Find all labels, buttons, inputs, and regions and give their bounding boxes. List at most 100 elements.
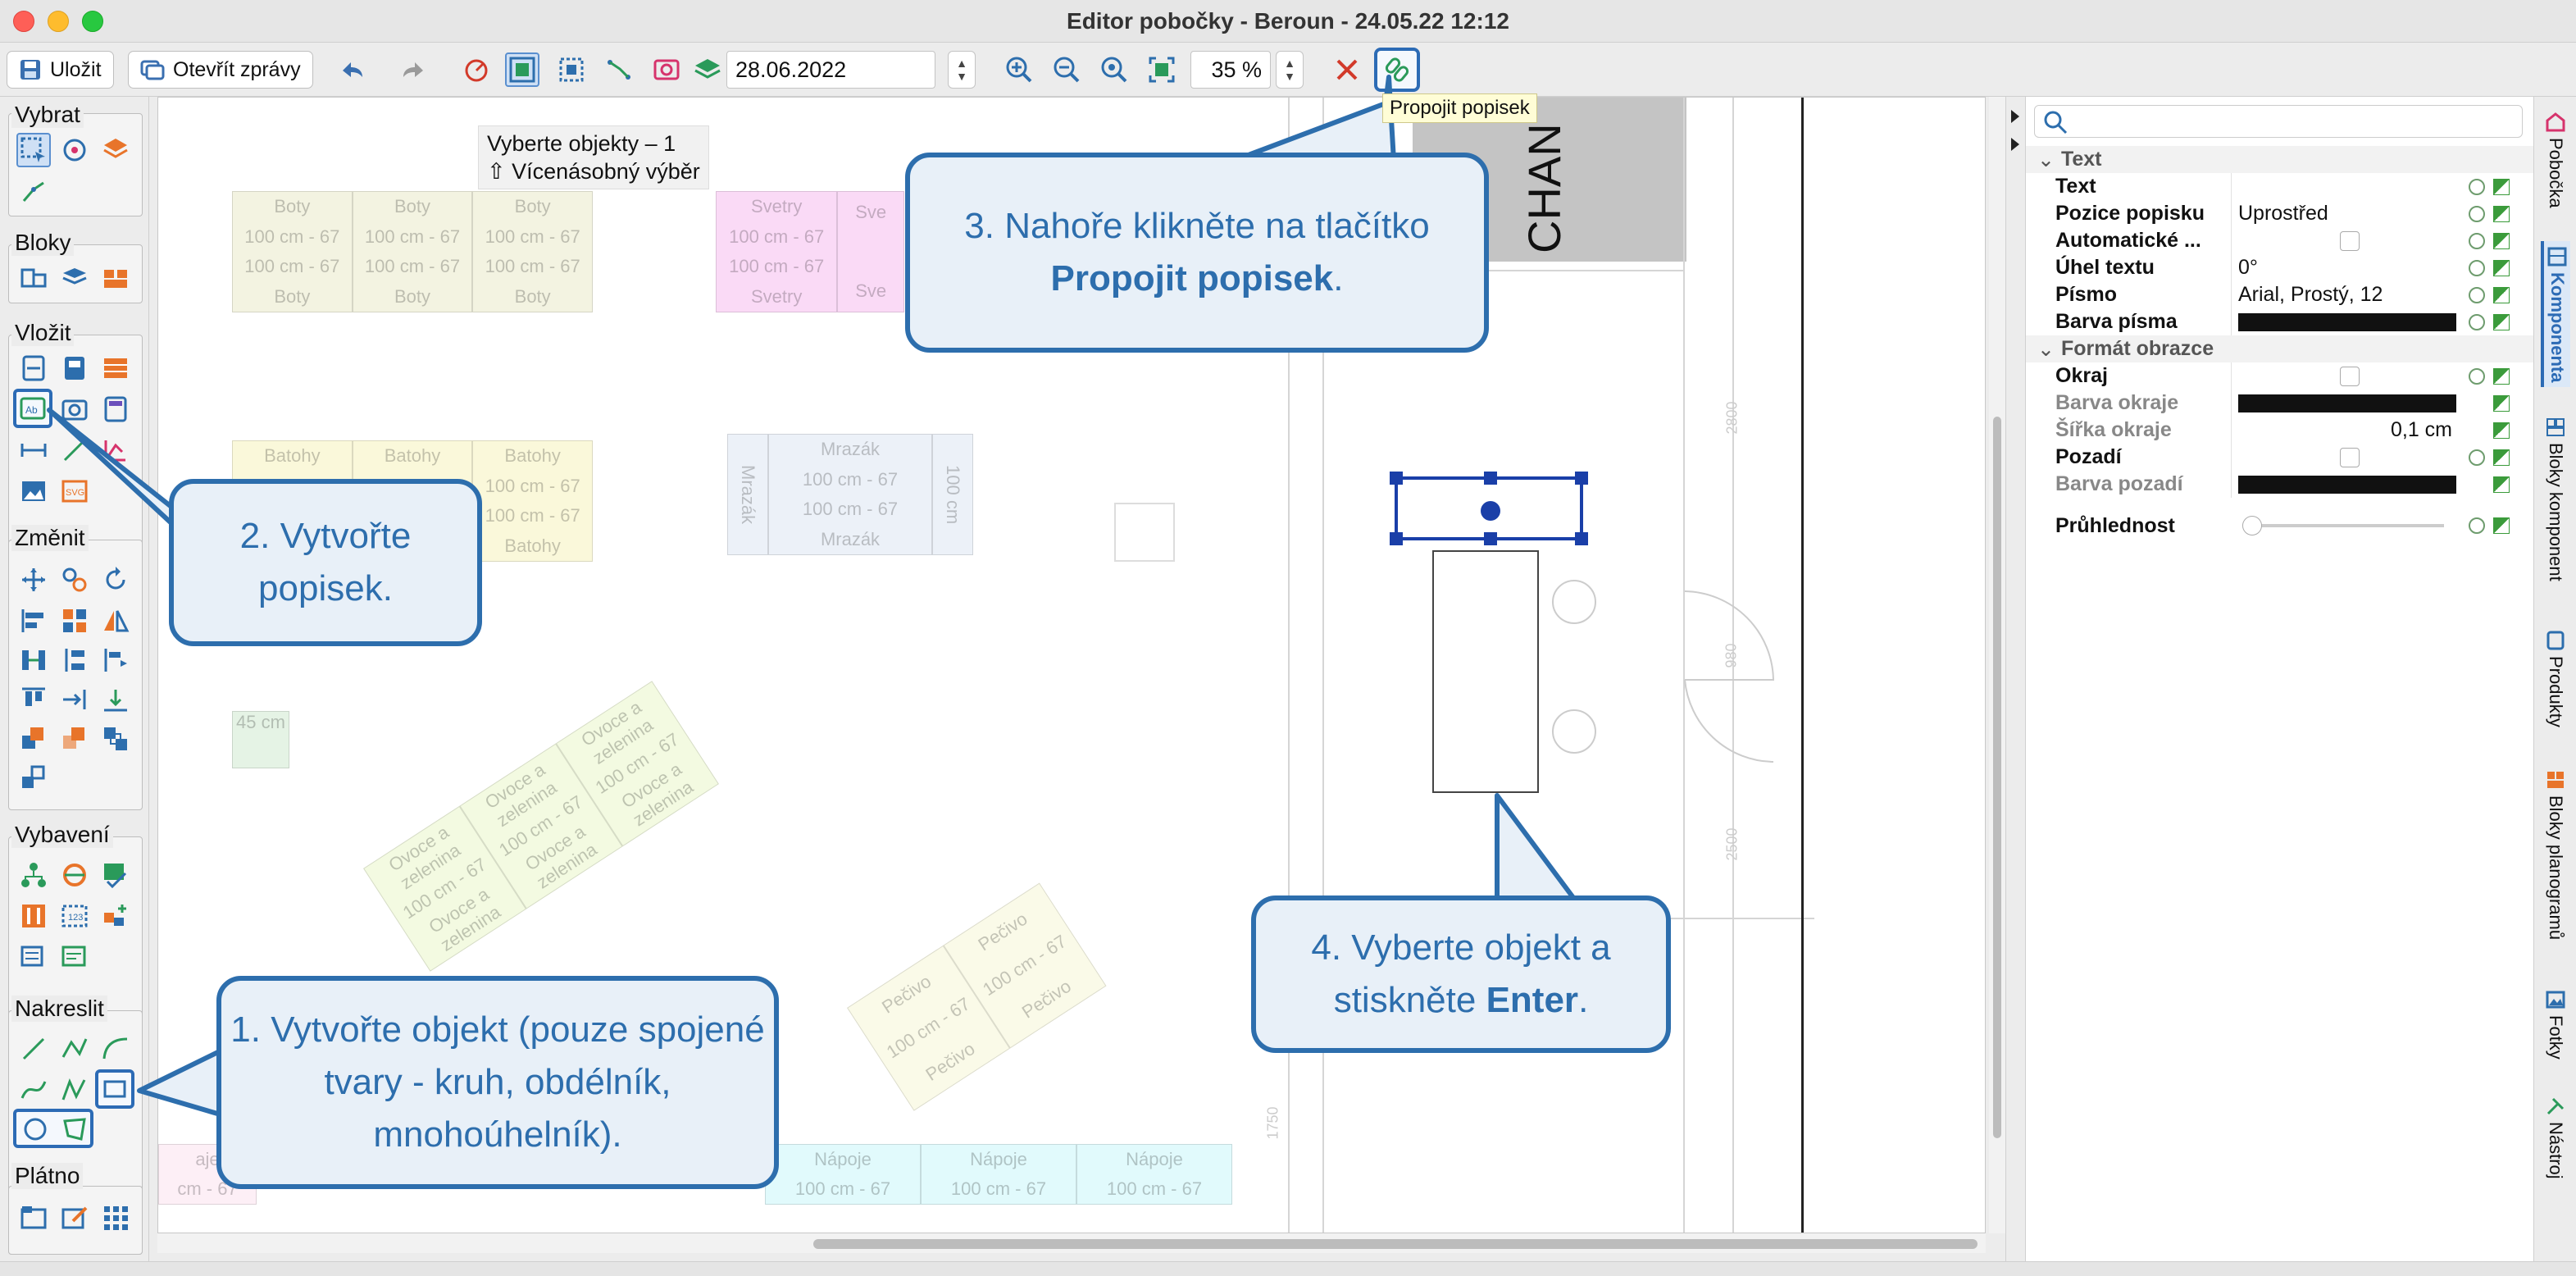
reset-icon[interactable] xyxy=(2469,259,2485,276)
delete-icon[interactable] xyxy=(1330,52,1364,87)
prop-row-auto[interactable]: Automatické ... xyxy=(2026,227,2534,254)
section-image-format[interactable]: ⌄ Formát obrazce xyxy=(2026,335,2534,362)
reset-icon[interactable] xyxy=(2469,449,2485,466)
date-input[interactable]: 28.06.2022 xyxy=(726,51,935,89)
distribute-h-icon[interactable] xyxy=(16,643,51,677)
connect-points-icon[interactable] xyxy=(602,52,636,87)
tab-products[interactable]: Produkty xyxy=(2541,630,2570,727)
fixture-pecivo[interactable]: Pečivo 100 cm - 67 Pečivo Pečivo 100 cm - 6… xyxy=(847,882,1107,1111)
horizontal-scrollbar[interactable] xyxy=(157,1233,1986,1253)
selected-label-object[interactable] xyxy=(1390,472,1588,545)
select-path-icon[interactable] xyxy=(16,174,51,208)
pin-icon[interactable] xyxy=(2493,259,2510,276)
equipment-add-icon[interactable] xyxy=(98,899,133,933)
zoom-fit-icon[interactable] xyxy=(1097,52,1131,87)
distribute-v-icon[interactable] xyxy=(57,643,92,677)
undo-icon[interactable] xyxy=(335,52,369,87)
draw-arc-icon[interactable] xyxy=(98,1032,133,1066)
reset-icon[interactable] xyxy=(2469,232,2485,249)
resize-handle[interactable] xyxy=(1575,532,1588,545)
zoom-out-icon[interactable] xyxy=(1049,52,1084,87)
pin-icon[interactable] xyxy=(2493,232,2510,249)
expand-right-icon[interactable] xyxy=(2011,138,2019,151)
prop-value[interactable] xyxy=(2231,444,2460,471)
draw-rectangle-icon[interactable] xyxy=(95,1069,134,1109)
insert-chart-icon[interactable] xyxy=(98,433,133,467)
open-reports-button[interactable]: Otevřít zprávy xyxy=(128,51,313,89)
resize-handle[interactable] xyxy=(1575,472,1588,485)
insert-calculator-icon[interactable] xyxy=(98,392,133,426)
send-back-icon[interactable] xyxy=(57,722,92,756)
reset-icon[interactable] xyxy=(2469,178,2485,195)
pin-icon[interactable] xyxy=(2493,517,2510,534)
insert-svg-icon[interactable]: SVG xyxy=(57,474,92,508)
copy-icon[interactable] xyxy=(57,563,92,597)
insert-line-icon[interactable] xyxy=(57,433,92,467)
prop-row-angle[interactable]: Úhel textu 0° xyxy=(2026,254,2534,281)
prop-row-text[interactable]: Text xyxy=(2026,173,2534,200)
fixture-ovoce[interactable]: Ovoce a zelenina 100 cm - 67 Ovoce a zelen… xyxy=(363,681,719,972)
pin-icon[interactable] xyxy=(2493,422,2510,439)
bring-front-icon[interactable] xyxy=(16,722,51,756)
vertical-scroll-thumb[interactable] xyxy=(1993,417,2001,1138)
properties-search-input[interactable] xyxy=(2034,105,2523,138)
snap-icon[interactable] xyxy=(554,52,589,87)
prop-value[interactable]: Arial, Prostý, 12 xyxy=(2231,281,2460,308)
tab-branch[interactable]: Pobočka xyxy=(2541,112,2570,208)
prop-value[interactable]: 0,1 cm xyxy=(2231,417,2460,444)
rotate-icon[interactable] xyxy=(98,563,133,597)
block-planogram-icon[interactable] xyxy=(98,261,133,295)
background-checkbox[interactable] xyxy=(2340,447,2360,467)
transparency-slider[interactable] xyxy=(2242,516,2444,535)
rectangle-object[interactable] xyxy=(1432,550,1539,793)
pin-icon[interactable] xyxy=(2493,476,2510,493)
save-button[interactable]: Uložit xyxy=(7,51,114,89)
equipment-check-icon[interactable] xyxy=(98,858,133,892)
prop-value[interactable]: Uprostřed xyxy=(2231,200,2460,227)
tab-planogram-blocks[interactable]: Bloky planogramů xyxy=(2541,769,2570,940)
grid-view-icon[interactable] xyxy=(505,52,539,87)
date-stepper[interactable]: ▲ ▼ xyxy=(948,51,976,89)
redo-icon[interactable] xyxy=(397,52,431,87)
zoom-input[interactable]: 35 % xyxy=(1190,51,1271,89)
equipment-round-icon[interactable] xyxy=(57,858,92,892)
canvas-grid-icon[interactable] xyxy=(98,1201,133,1235)
measure-icon[interactable] xyxy=(459,52,494,87)
pin-icon[interactable] xyxy=(2493,367,2510,385)
prop-value[interactable] xyxy=(2231,308,2460,335)
canvas-size-icon[interactable] xyxy=(16,1201,51,1235)
vertical-scrollbar[interactable] xyxy=(1989,97,2005,1233)
draw-circle-icon[interactable] xyxy=(18,1112,52,1146)
auto-checkbox[interactable] xyxy=(2340,230,2360,251)
pin-icon[interactable] xyxy=(2493,205,2510,222)
tab-tools[interactable]: Nástroj xyxy=(2541,1096,2570,1179)
prop-row-border[interactable]: Okraj xyxy=(2026,362,2534,390)
reset-icon[interactable] xyxy=(2469,286,2485,303)
placeholder-square[interactable] xyxy=(1114,503,1175,562)
pin-icon[interactable] xyxy=(2493,449,2510,466)
equipment-list-icon[interactable] xyxy=(16,940,51,974)
fixture-boty[interactable]: Boty 100 cm - 67 100 cm - 67 Boty Boty 100 c… xyxy=(232,191,593,312)
panel-splitter[interactable] xyxy=(2005,97,2025,1261)
equipment-note-icon[interactable] xyxy=(57,940,92,974)
center-handle[interactable] xyxy=(1481,501,1500,521)
circle-object[interactable] xyxy=(1552,709,1596,754)
select-layer-icon[interactable] xyxy=(98,133,133,167)
prop-value[interactable]: 0° xyxy=(2231,254,2460,281)
zoom-stepper[interactable]: ▲ ▼ xyxy=(1276,51,1304,89)
circle-object[interactable] xyxy=(1552,580,1596,624)
tab-component-blocks[interactable]: Bloky komponent xyxy=(2541,417,2570,581)
tab-photos[interactable]: Fotky xyxy=(2541,989,2570,1060)
prop-row-background-color[interactable]: Barva pozadí xyxy=(2026,471,2534,498)
insert-shelf-icon[interactable] xyxy=(16,351,51,385)
background-color-swatch[interactable] xyxy=(2238,475,2456,494)
fixture-small[interactable]: 45 cm xyxy=(232,711,289,768)
slider-knob[interactable] xyxy=(2242,516,2262,535)
select-point-icon[interactable] xyxy=(57,133,92,167)
prop-value[interactable] xyxy=(2231,471,2460,498)
section-text[interactable]: ⌄ Text xyxy=(2026,146,2534,173)
insert-table-icon[interactable] xyxy=(98,351,133,385)
draw-line-icon[interactable] xyxy=(16,1032,51,1066)
arrange-icon[interactable] xyxy=(98,722,133,756)
tab-component[interactable]: Komponenta xyxy=(2541,241,2570,388)
